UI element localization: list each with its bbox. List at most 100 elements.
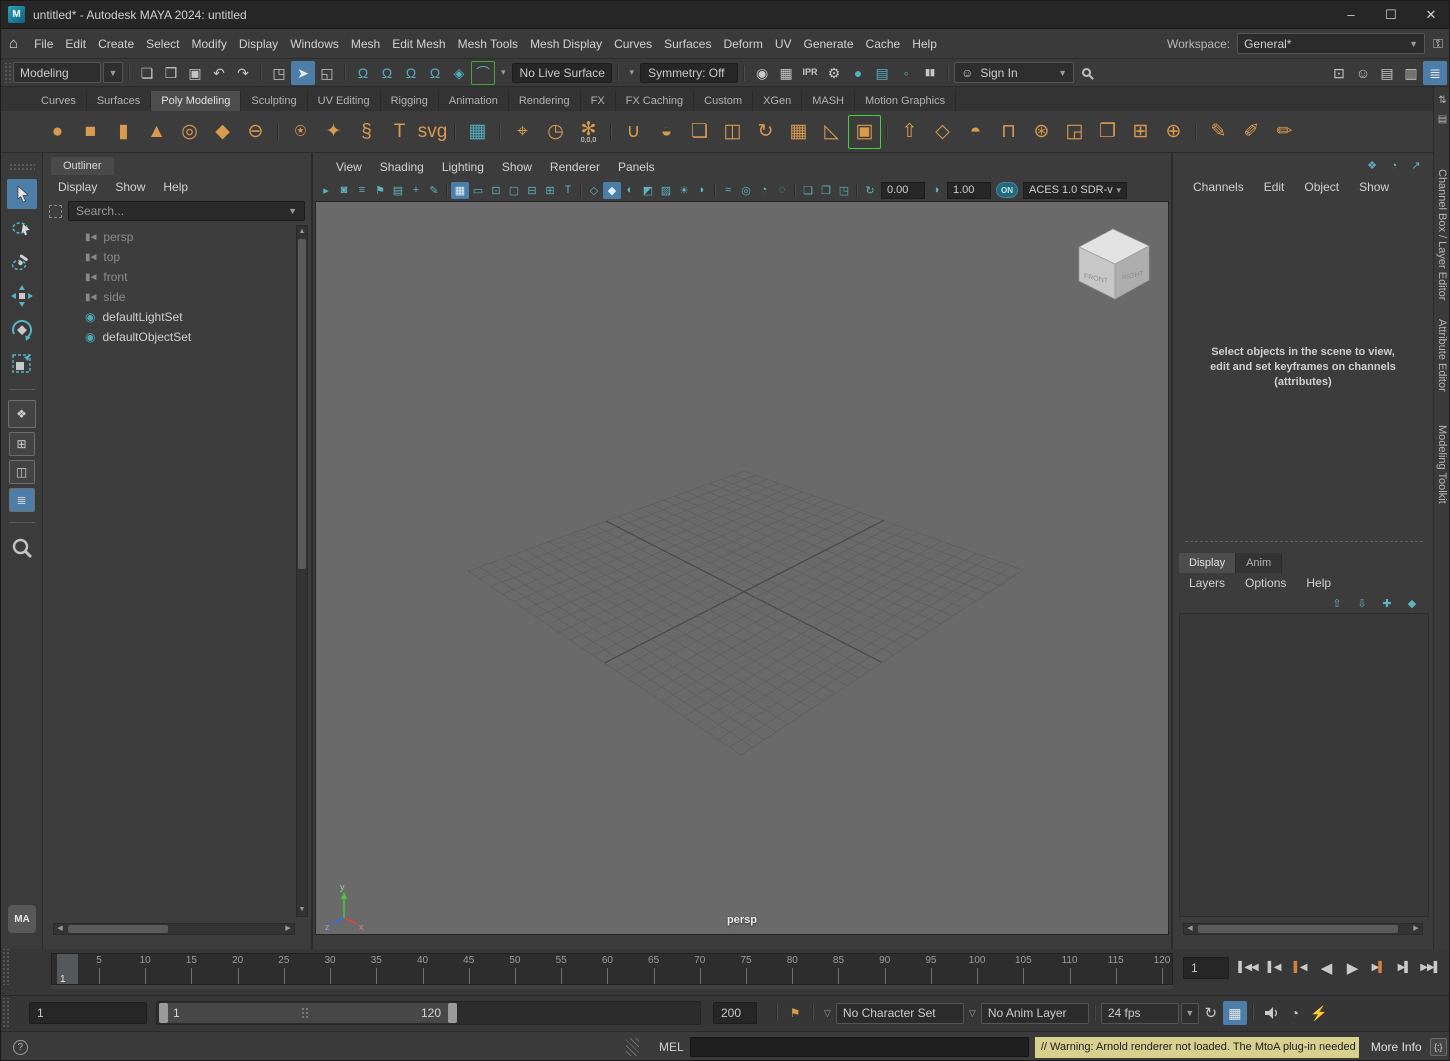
shelf-tab-uv-editing[interactable]: UV Editing [308,91,381,111]
outliner-item-front[interactable]: ▮◄front [43,267,295,287]
viewport-3d-view[interactable]: FRONT RIGHT y x z persp [315,201,1169,935]
symmetry-field[interactable]: Symmetry: Off [640,63,738,83]
subdivide-button[interactable]: ▦ [782,115,815,149]
tab-channel-box-layer-editor[interactable]: Channel Box / Layer Editor [1436,169,1448,300]
open-scene-button[interactable]: ❒ [159,61,183,85]
playback-speed-icon[interactable]: ◔ [1283,1001,1307,1025]
select-object-button[interactable]: ➤ [291,61,315,85]
isolate-select-button[interactable]: ❏ [799,182,817,199]
lock-camera-button[interactable]: ◙ [335,182,353,199]
snap-to-points-button[interactable]: Ω [399,61,423,85]
speed-dial-button[interactable]: ◔ [1385,157,1403,174]
pan-zoom-button[interactable]: + [407,182,425,199]
view-cube[interactable]: FRONT RIGHT [1079,229,1149,299]
menu-edit[interactable]: Edit [59,32,92,56]
menu-cache[interactable]: Cache [860,32,907,56]
scroll-left-arrow[interactable]: ◀ [54,924,66,934]
layer-tab-anim[interactable]: Anim [1236,553,1282,573]
select-hierarchy-button[interactable]: ◳ [267,61,291,85]
combine-button[interactable]: ∪ [617,115,650,149]
graph-button[interactable]: ↗ [1407,157,1425,174]
outliner-vertical-scrollbar[interactable]: ▲ ▼ [296,225,308,917]
command-input[interactable] [690,1037,1029,1057]
layout-single-pane-button[interactable]: ❖ [8,400,36,428]
menu-windows[interactable]: Windows [284,32,345,56]
shelf-tab-custom[interactable]: Custom [694,91,753,111]
outliner-panel-tab[interactable]: Outliner [51,157,114,175]
snap-to-curves-button[interactable]: Ω [375,61,399,85]
viewport-menu-view[interactable]: View [327,157,371,177]
reset-transform-button[interactable]: ◷ [539,115,572,149]
frame-text-button[interactable]: T [559,182,577,199]
character-set-dropdown[interactable]: No Character Set [836,1003,964,1024]
platonic-solid-button[interactable]: ⍟ [284,115,317,149]
redo-button[interactable]: ↷ [231,61,255,85]
outliner-menu-display[interactable]: Display [49,177,106,197]
script-editor-icon[interactable]: {;} [1430,1038,1447,1056]
menu-curves[interactable]: Curves [608,32,658,56]
previous-key-button[interactable]: ▌◀ [1287,954,1313,981]
motion-blur-button[interactable]: ◌ [773,182,791,199]
gamma-icon[interactable]: ◑ [927,182,945,199]
outliner-item-top[interactable]: ▮◄top [43,247,295,267]
current-frame-indicator[interactable]: 1 [57,954,78,985]
shelf-tab-mash[interactable]: MASH [802,91,855,111]
render-settings-button[interactable]: ⚙ [822,61,846,85]
menu-file[interactable]: File [28,32,59,56]
mirror-button[interactable]: ◫ [716,115,749,149]
poly-type-button[interactable]: T [383,115,416,149]
channel-menu-show[interactable]: Show [1349,177,1399,197]
occlusion-button[interactable]: ◔ [755,182,773,199]
maximize-button[interactable]: ☐ [1371,1,1411,28]
viewport-menu-renderer[interactable]: Renderer [541,157,609,177]
outliner-item-defaultlightset[interactable]: ◉defaultLightSet [43,307,295,327]
grease-pencil-button[interactable]: ✎ [425,182,443,199]
resolution-gate-button[interactable]: ⊡ [487,182,505,199]
exposure-field[interactable]: 0.00 [881,182,925,199]
shelf-tab-curves[interactable]: Curves [31,91,87,111]
animation-end-field[interactable]: 200 [713,1002,757,1024]
viewport-menu-shading[interactable]: Shading [371,157,433,177]
pause-viewport-button[interactable]: ▮▮ [918,61,942,85]
channel-menu-edit[interactable]: Edit [1254,177,1295,197]
camera-attributes-button[interactable]: ≡ [353,182,371,199]
attribute-editor-toggle-button[interactable]: ▥ [1399,61,1423,85]
play-backwards-button[interactable]: ◀ [1313,954,1339,981]
layout-four-pane-button[interactable]: ⊞ [9,432,35,456]
shelf-tab-surfaces[interactable]: Surfaces [87,91,151,111]
circularize-button[interactable]: ⊛ [1025,115,1058,149]
close-button[interactable]: ✕ [1411,1,1450,28]
exposure-refresh-button[interactable]: ↻ [861,182,879,199]
color-sampler-button[interactable]: ◦ [894,61,918,85]
lighting-button[interactable]: ☀ [675,182,693,199]
channel-box-horizontal-scrollbar[interactable]: ◀ ▶ [1183,923,1423,935]
outliner-item-defaultobjectset[interactable]: ◉defaultObjectSet [43,327,295,347]
new-scene-button[interactable]: ❏ [135,61,159,85]
target-weld-button[interactable]: ⊞ [1124,115,1157,149]
shelf-tab-sculpting[interactable]: Sculpting [241,91,307,111]
time-editor-icon[interactable]: ▦ [1223,1001,1247,1025]
duplicate-face-button[interactable]: ❏ [683,115,716,149]
fps-arrow[interactable]: ▼ [1181,1003,1199,1024]
move-tool-button[interactable] [7,281,37,311]
home-icon[interactable]: ⌂ [9,35,18,52]
layout-outliner-persp-button[interactable]: ≣ [9,488,35,512]
select-tool-button[interactable] [7,179,37,209]
scrollbar-thumb[interactable] [1198,925,1398,933]
textured-button[interactable]: ◩ [639,182,657,199]
poly-cylinder-button[interactable]: ▮ [107,115,140,149]
rotate-tool-button[interactable] [7,315,37,345]
humanik-toggle-button[interactable]: ☺ [1351,61,1375,85]
shelf-tab-xgen[interactable]: XGen [753,91,802,111]
help-icon[interactable]: ? [13,1040,28,1055]
layer-tab-display[interactable]: Display [1179,553,1236,573]
separate-button[interactable]: ◒ [650,115,683,149]
live-surface-field[interactable]: No Live Surface [512,63,612,83]
shelf-arrows-icon[interactable]: ⇅ [1438,95,1446,106]
shelf-tab-rendering[interactable]: Rendering [509,91,581,111]
next-key-button[interactable]: ▶▌ [1365,954,1391,981]
command-language-toggle[interactable]: MEL [653,1037,690,1057]
resize-grip[interactable] [626,1038,639,1056]
grip-handle[interactable] [9,163,35,171]
channel-menu-channels[interactable]: Channels [1183,177,1254,197]
